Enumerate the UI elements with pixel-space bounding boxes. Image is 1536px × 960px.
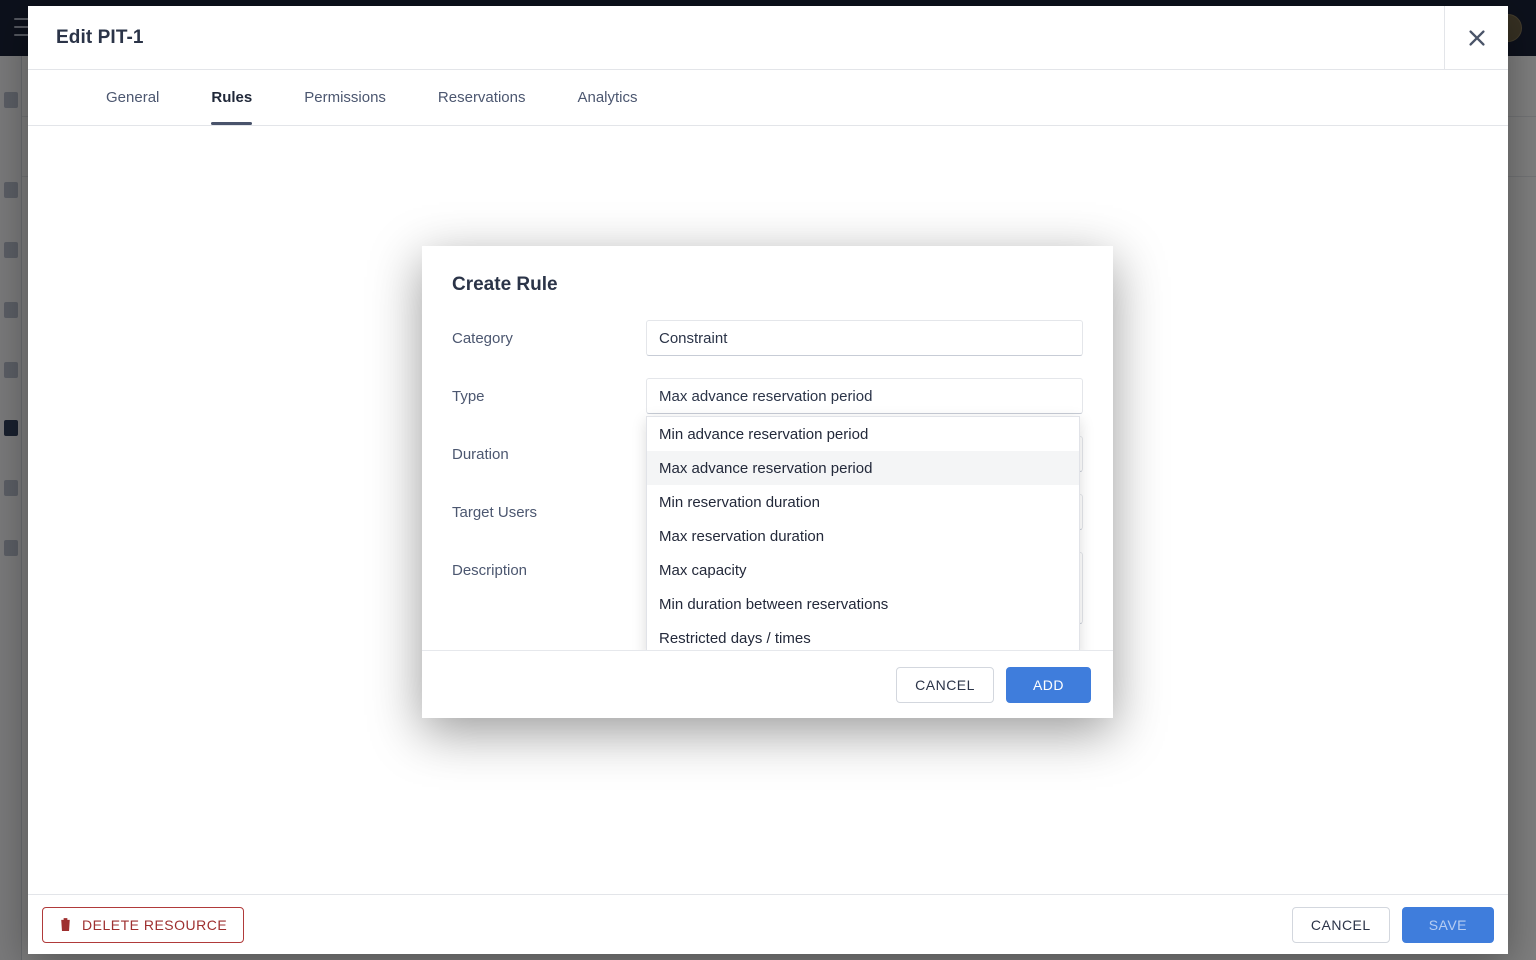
- dialog-form: Category Constraint Type Max advance res…: [422, 314, 1113, 650]
- dropdown-option-max-capacity[interactable]: Max capacity: [647, 553, 1079, 587]
- dropdown-option-max-reservation-duration[interactable]: Max reservation duration: [647, 519, 1079, 553]
- field-row-type: Type Max advance reservation period Min …: [452, 378, 1083, 650]
- panel-header: Edit PIT-1: [28, 6, 1508, 70]
- duration-label: Duration: [452, 446, 509, 463]
- target-users-label: Target Users: [452, 504, 538, 521]
- type-dropdown-menu[interactable]: Min advance reservation period Max advan…: [646, 416, 1080, 650]
- dropdown-option-min-reservation-duration[interactable]: Min reservation duration: [647, 485, 1079, 519]
- app-root: Edit PIT-1 General Rules Permissions Res…: [0, 0, 1536, 960]
- type-select[interactable]: Max advance reservation period: [646, 378, 1083, 414]
- tab-bar: General Rules Permissions Reservations A…: [28, 70, 1508, 126]
- tab-general[interactable]: General: [80, 70, 185, 125]
- tab-reservations[interactable]: Reservations: [412, 70, 552, 125]
- dialog-cancel-button[interactable]: CANCEL: [896, 666, 994, 703]
- tab-analytics[interactable]: Analytics: [551, 70, 663, 125]
- category-label: Category: [452, 330, 513, 347]
- dropdown-option-min-duration-between-reservations[interactable]: Min duration between reservations: [647, 587, 1079, 621]
- dialog-footer: CANCEL ADD: [422, 650, 1113, 718]
- delete-resource-button[interactable]: DELETE RESOURCE: [42, 906, 245, 943]
- dropdown-option-min-advance-reservation-period[interactable]: Min advance reservation period: [647, 417, 1079, 451]
- category-select[interactable]: Constraint: [646, 320, 1083, 356]
- tab-permissions[interactable]: Permissions: [278, 70, 412, 125]
- panel-cancel-button[interactable]: CANCEL: [1291, 906, 1390, 943]
- type-label: Type: [452, 388, 485, 405]
- description-label: Description: [452, 562, 528, 579]
- dropdown-option-restricted-days-times[interactable]: Restricted days / times: [647, 621, 1079, 650]
- create-rule-dialog: Create Rule Category Constraint Type Max…: [422, 246, 1113, 718]
- trash-icon: [59, 918, 72, 931]
- dropdown-option-max-advance-reservation-period[interactable]: Max advance reservation period: [647, 451, 1079, 485]
- close-glyph: [1468, 30, 1485, 46]
- type-value: Max advance reservation period: [659, 387, 873, 405]
- delete-resource-label: DELETE RESOURCE: [82, 916, 228, 933]
- close-icon[interactable]: [1444, 6, 1508, 70]
- panel-footer: DELETE RESOURCE CANCEL SAVE: [28, 894, 1508, 954]
- dialog-add-button[interactable]: ADD: [1005, 666, 1091, 703]
- panel-save-button[interactable]: SAVE: [1401, 906, 1494, 943]
- dialog-title: Create Rule: [452, 274, 558, 295]
- tab-rules[interactable]: Rules: [185, 70, 278, 125]
- edit-resource-panel: Edit PIT-1 General Rules Permissions Res…: [28, 6, 1508, 954]
- page-title: Edit PIT-1: [56, 26, 144, 48]
- category-value: Constraint: [659, 329, 728, 347]
- field-row-category: Category Constraint: [452, 320, 1083, 356]
- panel-footer-actions: CANCEL SAVE: [1291, 906, 1494, 943]
